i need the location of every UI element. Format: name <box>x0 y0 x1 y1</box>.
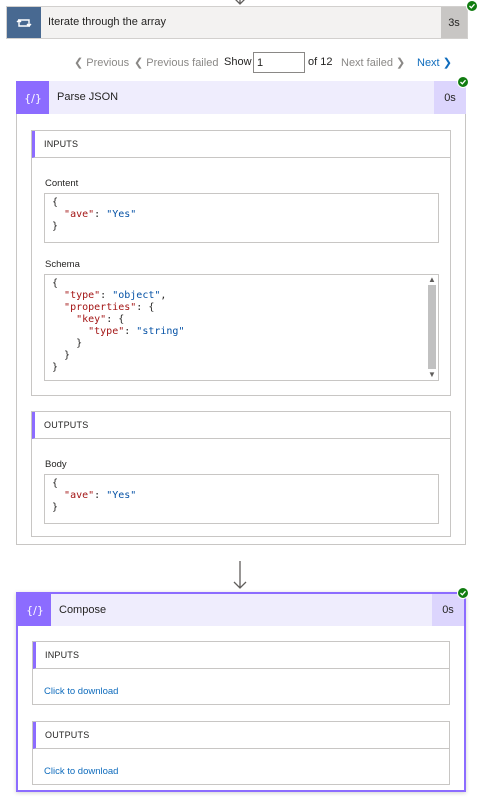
chevron-left-icon: ❮ <box>134 57 144 69</box>
outputs-section-header[interactable]: OUTPUTS <box>32 412 450 439</box>
scroll-up-icon[interactable]: ▲ <box>428 275 438 285</box>
show-label: Show <box>224 56 252 68</box>
loop-icon <box>7 7 41 38</box>
code-line: } <box>52 362 59 373</box>
code-line: "type": "string" <box>88 326 185 337</box>
code-line: } <box>52 221 59 232</box>
code-line: "type": "object", <box>64 290 167 301</box>
inputs-section: INPUTS Content { "ave": "Yes"} Schema { … <box>31 130 451 396</box>
code-line: } <box>52 338 83 349</box>
code-line: "properties": { <box>64 302 155 313</box>
parse-json-card: {∕} Parse JSON 0s INPUTS Content { "ave"… <box>16 81 466 545</box>
body-code: { "ave": "Yes"} <box>44 474 439 524</box>
code-line: "key": { <box>76 314 125 325</box>
compose-outputs-section: OUTPUTS Click to download <box>32 721 450 785</box>
loop-title: Iterate through the array <box>48 16 167 28</box>
success-check-icon <box>457 587 469 599</box>
chevron-left-icon: ❮ <box>74 57 84 69</box>
success-check-icon <box>457 76 469 88</box>
code-line: { <box>52 197 59 208</box>
compose-outputs-header[interactable]: OUTPUTS <box>33 722 449 749</box>
compose-duration: 0s <box>432 594 464 626</box>
next-failed-button[interactable]: Next failed ❯ <box>341 56 405 69</box>
connector-arrow-icon <box>233 561 247 589</box>
iteration-total: of 12 <box>308 56 333 68</box>
content-code: { "ave": "Yes"} <box>44 193 439 243</box>
loop-duration: 3s <box>441 7 467 38</box>
braces-icon: {∕} <box>16 81 49 114</box>
previous-failed-button[interactable]: ❮ Previous failed <box>134 56 218 69</box>
schema-label: Schema <box>45 259 80 270</box>
success-check-icon <box>466 0 478 12</box>
scrollbar-thumb[interactable] <box>428 285 436 369</box>
compose-title: Compose <box>59 604 107 616</box>
code-line: } <box>52 502 59 513</box>
compose-inputs-header[interactable]: INPUTS <box>33 642 449 669</box>
inputs-section-header[interactable]: INPUTS <box>32 131 450 158</box>
chevron-right-icon: ❯ <box>442 57 452 69</box>
parse-json-title: Parse JSON <box>57 91 119 103</box>
loop-header[interactable]: Iterate through the array 3s <box>6 6 468 39</box>
chevron-right-icon: ❯ <box>396 57 406 69</box>
outputs-download-link[interactable]: Click to download <box>44 766 118 777</box>
code-line: { <box>52 478 59 489</box>
schema-scrollbar[interactable]: ▲ ▼ <box>426 275 438 380</box>
outputs-section: OUTPUTS Body { "ave": "Yes"} <box>31 411 451 537</box>
code-line: "ave": "Yes" <box>64 209 137 220</box>
svg-text:{∕}: {∕} <box>25 92 41 105</box>
compose-inputs-section: INPUTS Click to download <box>32 641 450 705</box>
code-line: "ave": "Yes" <box>64 490 137 501</box>
scroll-down-icon[interactable]: ▼ <box>428 370 438 380</box>
code-line: } <box>52 350 71 361</box>
iteration-pager: ❮ Previous ❮ Previous failed Show of 12 … <box>0 52 481 74</box>
previous-button[interactable]: ❮ Previous <box>74 56 129 69</box>
inputs-download-link[interactable]: Click to download <box>44 686 118 697</box>
content-label: Content <box>45 178 79 189</box>
svg-text:{∕}: {∕} <box>27 604 43 617</box>
code-line: { <box>52 278 59 289</box>
iteration-number-input[interactable] <box>253 52 305 73</box>
next-button[interactable]: Next ❯ <box>417 56 452 69</box>
compose-header[interactable]: {∕} Compose 0s <box>18 594 464 626</box>
schema-code[interactable]: { "type": "object", "properties": { "key… <box>44 274 439 381</box>
compose-card: {∕} Compose 0s INPUTS Click to download … <box>16 592 466 792</box>
parse-json-header[interactable]: {∕} Parse JSON 0s <box>16 81 466 114</box>
body-label: Body <box>45 459 67 470</box>
braces-icon: {∕} <box>18 594 51 626</box>
